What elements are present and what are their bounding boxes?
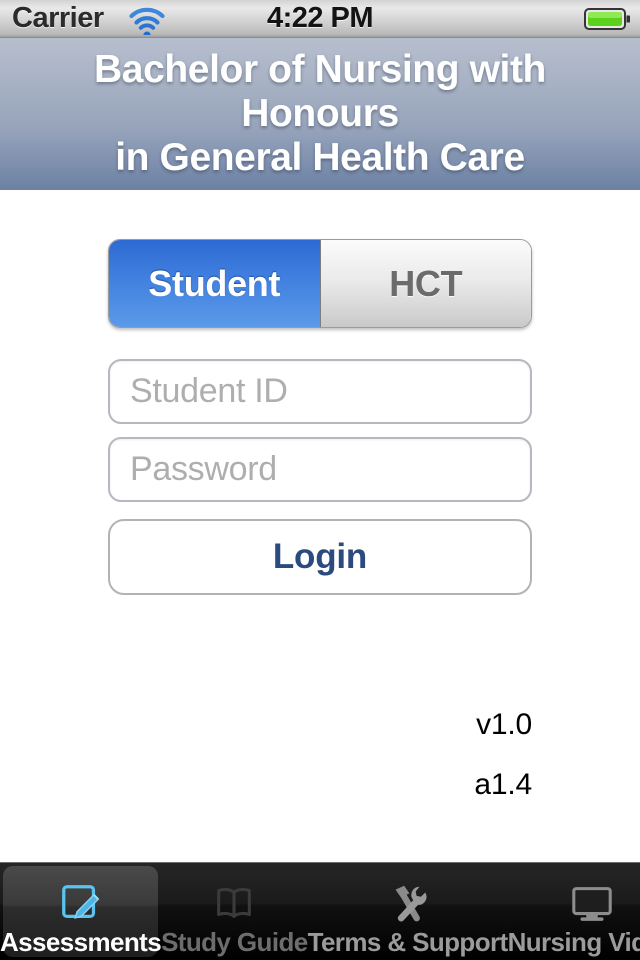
login-button-label: Login xyxy=(272,537,368,576)
page-title: Bachelor of Nursing with Honours in Gene… xyxy=(94,48,546,179)
tab-nursing-video[interactable]: Nursing Video xyxy=(508,863,640,960)
tab-study-guide[interactable]: Study Guide xyxy=(161,863,308,960)
role-segmented-control[interactable]: Student HCT xyxy=(108,239,532,328)
tab-assessments-label: Assessments xyxy=(0,927,162,957)
app-header: Bachelor of Nursing with Honours in Gene… xyxy=(0,38,640,190)
tab-nursing-video-label: Nursing Video xyxy=(507,927,640,957)
tab-terms-support[interactable]: Terms & Support xyxy=(308,863,508,960)
monitor-tv-icon xyxy=(565,879,619,927)
status-time: 4:22 PM xyxy=(266,2,374,34)
open-book-icon xyxy=(207,879,261,927)
main-content: Student HCT Student ID Password Login v1… xyxy=(0,190,640,862)
tab-bar: Assessments Study Guide Terms & Support xyxy=(0,862,640,960)
status-bar: Carrier 4:22 PM xyxy=(0,0,640,38)
student-id-input[interactable]: Student ID xyxy=(108,359,532,424)
app-screen: Carrier 4:22 PM Bachelor of Nursing with… xyxy=(0,0,640,960)
app-version-value: v1.0 xyxy=(476,708,532,741)
battery-icon xyxy=(584,8,630,30)
segment-student-label: Student xyxy=(148,262,281,304)
password-input[interactable]: Password xyxy=(108,437,532,502)
student-id-placeholder: Student ID xyxy=(130,372,288,410)
login-button[interactable]: Login xyxy=(108,519,532,595)
segment-student[interactable]: Student xyxy=(109,240,321,327)
password-placeholder: Password xyxy=(130,450,277,488)
segment-hct-label: HCT xyxy=(389,262,463,304)
segment-hct[interactable]: HCT xyxy=(320,240,531,327)
asset-version-value: a1.4 xyxy=(474,768,532,801)
app-version-label: v1.0 xyxy=(0,708,640,742)
hammer-wrench-icon xyxy=(381,879,435,927)
tab-assessments[interactable]: Assessments xyxy=(0,863,162,960)
asset-version-label: a1.4 xyxy=(0,768,640,802)
tab-study-guide-label: Study Guide xyxy=(161,927,308,957)
tab-terms-support-label: Terms & Support xyxy=(307,927,509,957)
compose-pencil-icon xyxy=(54,879,108,927)
